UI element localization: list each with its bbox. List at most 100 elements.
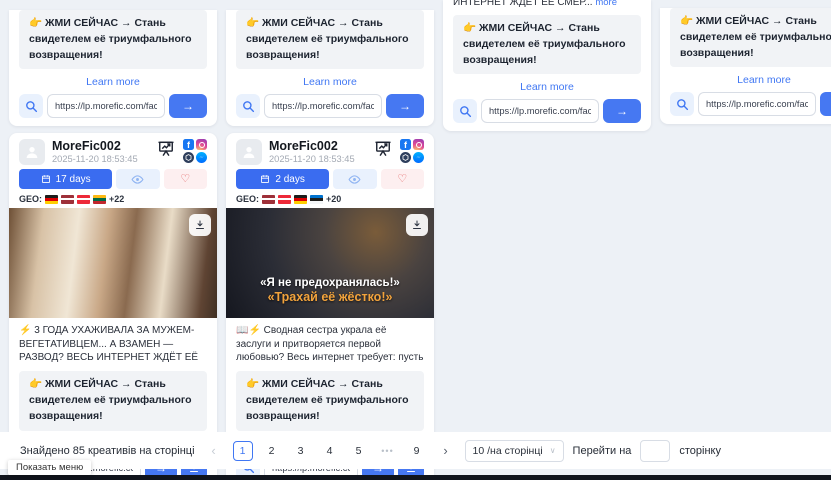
favorite-button[interactable]: ♡ bbox=[381, 169, 424, 189]
creative-card-partial: 👉 ЖМИ СЕЙЧАС → Стань свидетелем её триум… bbox=[660, 8, 831, 124]
calendar-icon bbox=[41, 174, 51, 184]
ad-cta-text: 👉 ЖМИ СЕЙЧАС → Стань свидетелем её триум… bbox=[670, 8, 831, 67]
creative-card-partial: ИНТЕРНЕТ ЖДЁТ ЕЁ СМЕР... more 👉 ЖМИ СЕЙЧ… bbox=[443, 0, 651, 131]
flag-germany-icon bbox=[45, 195, 58, 204]
search-icon bbox=[459, 105, 472, 118]
eye-icon bbox=[348, 174, 361, 185]
arrow-right-icon: → bbox=[616, 104, 628, 118]
page-button-2[interactable]: 2 bbox=[262, 441, 282, 461]
download-image-button[interactable] bbox=[189, 214, 211, 236]
search-button[interactable] bbox=[19, 94, 43, 118]
learn-more-link[interactable]: Learn more bbox=[670, 74, 831, 86]
chevron-down-icon: ∨ bbox=[550, 446, 556, 455]
download-image-button[interactable] bbox=[406, 214, 428, 236]
search-button[interactable] bbox=[453, 99, 477, 123]
learn-more-link[interactable]: Learn more bbox=[453, 81, 641, 93]
per-page-select[interactable]: 10 /на сторінці∨ bbox=[465, 440, 564, 462]
geo-more-count[interactable]: +20 bbox=[326, 194, 341, 204]
audience-network-icon bbox=[400, 152, 411, 163]
page-button-1[interactable]: 1 bbox=[233, 441, 253, 461]
download-icon bbox=[411, 219, 423, 231]
person-icon bbox=[24, 144, 40, 160]
learn-more-link[interactable]: Learn more bbox=[19, 76, 207, 88]
geo-more-count[interactable]: +22 bbox=[109, 194, 124, 204]
flag-germany-icon bbox=[294, 195, 307, 204]
favorite-button[interactable]: ♡ bbox=[164, 169, 207, 189]
advertiser-name: MoreFic002 bbox=[269, 139, 366, 153]
caption-line-1: «Я не предохранялась!» bbox=[226, 277, 434, 289]
instagram-icon bbox=[196, 139, 207, 150]
heart-icon: ♡ bbox=[180, 174, 190, 185]
open-url-button[interactable]: → bbox=[386, 94, 424, 118]
days-active-button[interactable]: 17 days bbox=[19, 169, 112, 189]
ad-cta-text: 👉 ЖМИ СЕЙЧАС → Стань свидетелем её триум… bbox=[19, 10, 207, 69]
instagram-icon bbox=[413, 139, 424, 150]
column-3: ИНТЕРНЕТ ЖДЁТ ЕЁ СМЕР... more 👉 ЖМИ СЕЙЧ… bbox=[443, 0, 651, 131]
ad-cta-text: 👉 ЖМИ СЕЙЧАС → Стань свидетелем её триум… bbox=[453, 15, 641, 74]
goto-page-label: Перейти на bbox=[573, 445, 632, 457]
network-badges: f bbox=[183, 139, 207, 163]
show-menu-button[interactable]: Показать меню bbox=[8, 460, 91, 475]
geo-row: GEO: +20 bbox=[236, 194, 424, 204]
avatar bbox=[19, 139, 45, 165]
open-url-button[interactable]: → bbox=[169, 94, 207, 118]
page-button-3[interactable]: 3 bbox=[291, 441, 311, 461]
days-active-button[interactable]: 2 days bbox=[236, 169, 329, 189]
caption-line-2: «Трахай её жёстко!» bbox=[226, 290, 434, 304]
messenger-icon bbox=[196, 152, 207, 163]
goto-page-input[interactable] bbox=[640, 440, 670, 462]
arrow-right-icon: → bbox=[399, 99, 411, 113]
advertiser-name: MoreFic002 bbox=[52, 139, 149, 153]
geo-row: GEO: +22 bbox=[19, 194, 207, 204]
landing-url-input[interactable] bbox=[264, 94, 382, 118]
flag-latvia-icon bbox=[262, 195, 275, 204]
preview-button[interactable] bbox=[333, 169, 376, 189]
presentation-board-icon[interactable] bbox=[373, 139, 393, 159]
landing-url-input[interactable] bbox=[698, 92, 816, 116]
card-actions: 17 days ♡ bbox=[19, 169, 207, 189]
open-url-button[interactable]: → bbox=[603, 99, 641, 123]
column-1: 👉 ЖМИ СЕЙЧАС → Стань свидетелем её триум… bbox=[9, 0, 217, 480]
flag-austria-icon bbox=[278, 195, 291, 204]
creative-datetime: 2025-11-20 18:53:45 bbox=[52, 154, 149, 164]
ad-body-text: ⚡ 3 ГОДА УХАЖИВАЛА ЗА МУЖЕМ-ВЕГЕТАТИВЦЕМ… bbox=[19, 324, 207, 365]
creative-image[interactable] bbox=[9, 208, 217, 318]
page-button-9[interactable]: 9 bbox=[407, 441, 427, 461]
network-badges: f bbox=[400, 139, 424, 163]
url-row: → bbox=[453, 99, 641, 123]
presentation-board-icon[interactable] bbox=[156, 139, 176, 159]
creative-card: MoreFic002 2025-11-20 18:53:45 f 2 days bbox=[226, 133, 434, 480]
advertiser-info: MoreFic002 2025-11-20 18:53:45 bbox=[52, 139, 149, 164]
prev-page-button[interactable]: ‹ bbox=[204, 441, 224, 461]
creative-card-partial: 👉 ЖМИ СЕЙЧАС → Стань свидетелем её триум… bbox=[226, 10, 434, 126]
column-4: 👉 ЖМИ СЕЙЧАС → Стань свидетелем её триум… bbox=[660, 0, 831, 124]
page-button-5[interactable]: 5 bbox=[349, 441, 369, 461]
facebook-icon: f bbox=[183, 139, 194, 150]
calendar-icon bbox=[260, 174, 270, 184]
more-link[interactable]: more bbox=[595, 0, 617, 8]
card-actions: 2 days ♡ bbox=[236, 169, 424, 189]
learn-more-link[interactable]: Learn more bbox=[236, 76, 424, 88]
clipped-body-text: ИНТЕРНЕТ ЖДЁТ ЕЁ СМЕР... more bbox=[453, 0, 641, 9]
url-row: → bbox=[236, 94, 424, 118]
search-button[interactable] bbox=[670, 92, 694, 116]
landing-url-input[interactable] bbox=[481, 99, 599, 123]
creative-card: MoreFic002 2025-11-20 18:53:45 f 17 days bbox=[9, 133, 217, 480]
creative-datetime: 2025-11-20 18:53:45 bbox=[269, 154, 366, 164]
search-icon bbox=[25, 100, 38, 113]
page-button-4[interactable]: 4 bbox=[320, 441, 340, 461]
image-caption: «Я не предохранялась!» «Трахай её жёстко… bbox=[226, 277, 434, 304]
open-url-button[interactable]: → bbox=[820, 92, 831, 116]
creative-image[interactable]: «Я не предохранялась!» «Трахай её жёстко… bbox=[226, 208, 434, 318]
person-icon bbox=[241, 144, 257, 160]
pagination-ellipsis: ••• bbox=[378, 441, 398, 461]
next-page-button[interactable]: › bbox=[436, 441, 456, 461]
header-icons: f bbox=[373, 139, 424, 163]
search-icon bbox=[676, 98, 689, 111]
preview-button[interactable] bbox=[116, 169, 159, 189]
search-button[interactable] bbox=[236, 94, 260, 118]
landing-url-input[interactable] bbox=[47, 94, 165, 118]
flag-estonia-icon bbox=[310, 195, 323, 204]
download-icon bbox=[194, 219, 206, 231]
audience-network-icon bbox=[183, 152, 194, 163]
